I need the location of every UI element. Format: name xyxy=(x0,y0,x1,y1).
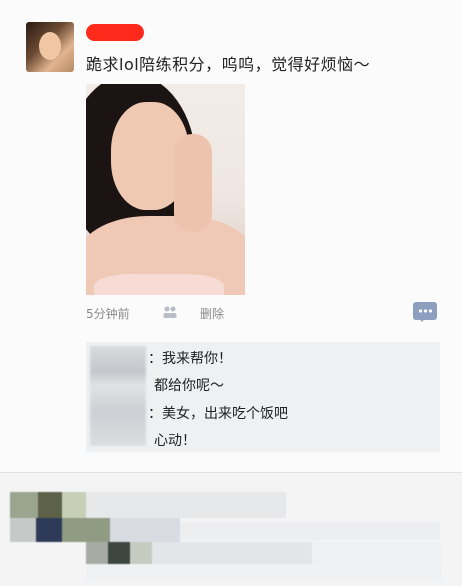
redacted-commenter-names xyxy=(90,346,146,446)
blur-tile xyxy=(38,492,62,518)
blur-tile xyxy=(180,522,440,540)
redacted-username xyxy=(86,24,144,41)
comment-icon-tail xyxy=(418,317,426,322)
blur-tile xyxy=(110,518,180,542)
comment-list: ：我来帮你！ 都给你呢～ ：美女，出来吃个饭吧 心动！ xyxy=(86,342,440,452)
blur-tile xyxy=(86,492,286,518)
blur-tile xyxy=(62,492,86,518)
photo-top xyxy=(94,274,224,295)
delete-button[interactable]: 删除 xyxy=(200,305,224,322)
blur-tile xyxy=(86,542,108,564)
avatar-face xyxy=(39,32,61,60)
post-timestamp: 5分钟前 xyxy=(86,307,130,321)
blur-tile xyxy=(312,542,442,564)
post-text: 跪求lol陪练积分，呜呜，觉得好烦恼～ xyxy=(86,55,371,74)
blur-tile xyxy=(10,492,38,518)
blur-tile xyxy=(10,518,36,542)
blur-tile xyxy=(130,542,152,564)
comment-item: 心动！ xyxy=(154,433,196,449)
blur-tile xyxy=(62,518,110,542)
avatar[interactable] xyxy=(26,22,74,72)
comment-icon-dots xyxy=(418,309,432,313)
post-photo[interactable] xyxy=(86,84,245,295)
comment-item: ：美女，出来吃个饭吧 xyxy=(148,406,288,422)
blur-tile xyxy=(108,542,130,564)
blur-tile xyxy=(152,542,312,564)
feed-post: 跪求lol陪练积分，呜呜，觉得好烦恼～ 5分钟前 删除 ：我来帮你！ 都给你呢～… xyxy=(0,0,462,473)
comment-icon[interactable] xyxy=(413,302,437,322)
comment-item: ：我来帮你！ xyxy=(148,351,232,367)
photo-hand xyxy=(174,134,212,232)
blur-tile xyxy=(36,518,62,542)
like-icon[interactable] xyxy=(162,304,178,318)
comment-item: 都给你呢～ xyxy=(154,378,224,394)
next-post-blurred xyxy=(0,482,462,586)
blur-tile xyxy=(86,564,442,582)
